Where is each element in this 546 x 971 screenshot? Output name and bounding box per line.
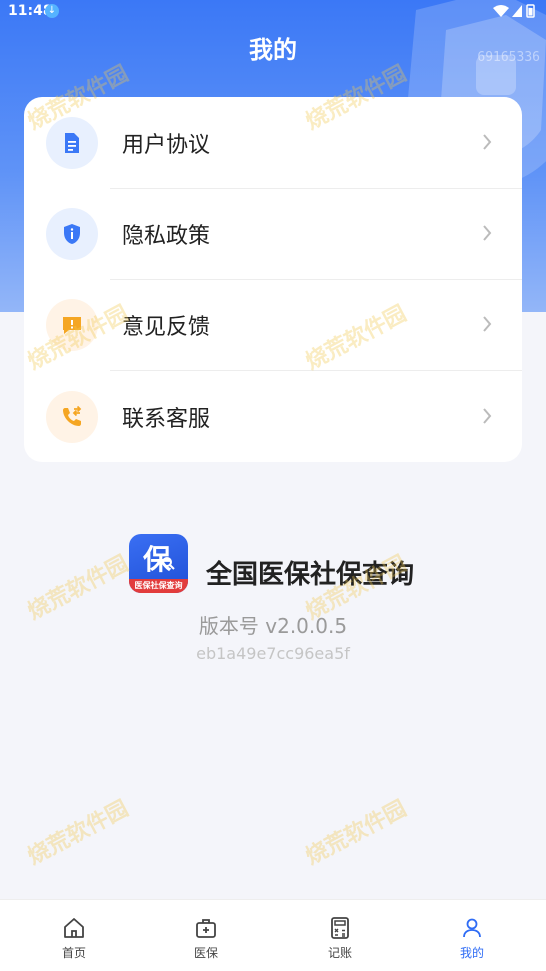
menu-icon-badge <box>46 117 98 169</box>
document-icon <box>65 133 79 153</box>
calculator-icon <box>331 917 349 939</box>
phone-transfer-icon <box>63 405 82 426</box>
wifi-icon <box>493 5 509 17</box>
menu-item-feedback[interactable]: 意见反馈 <box>24 279 522 371</box>
watermark: 烧荒软件园 <box>23 796 133 871</box>
download-arrow-icon: ↓ <box>45 4 59 18</box>
page-title: 我的 <box>249 36 297 64</box>
tab-label: 我的 <box>459 946 484 960</box>
feedback-icon <box>63 317 81 334</box>
app-version: 版本号 v2.0.0.5 <box>198 614 348 638</box>
app-name: 全国医保社保查询 <box>206 560 415 590</box>
tab-label: 首页 <box>61 946 86 960</box>
shield-info-icon <box>64 224 80 244</box>
home-icon <box>64 918 84 938</box>
menu-item-contact-service[interactable]: 联系客服 <box>24 371 522 463</box>
tab-mine[interactable]: 我的 <box>404 900 540 971</box>
chevron-right-icon <box>483 408 492 424</box>
medical-kit-icon <box>196 919 216 938</box>
status-icons <box>493 4 535 18</box>
tab-medical[interactable]: 医保 <box>138 900 274 971</box>
app-logo: 保 医保社保查询 <box>129 534 188 593</box>
tab-accounting[interactable]: 记账 <box>272 900 408 971</box>
chevron-right-icon <box>483 134 492 150</box>
corner-id: 69165336 <box>477 50 540 65</box>
tab-home[interactable]: 首页 <box>6 900 142 971</box>
magnifier-icon <box>162 557 175 570</box>
signal-icon <box>512 5 522 17</box>
menu-item-label: 联系客服 <box>122 407 211 432</box>
menu-item-label: 隐私政策 <box>122 224 211 249</box>
tab-label: 记账 <box>327 946 352 960</box>
user-icon <box>463 918 481 938</box>
chevron-right-icon <box>483 225 492 241</box>
menu-item-label: 用户协议 <box>122 133 211 158</box>
bottom-tab-bar: 首页 医保 记账 我的 <box>0 899 546 971</box>
menu-icon-badge <box>46 391 98 443</box>
menu-item-privacy-policy[interactable]: 隐私政策 <box>24 188 522 280</box>
chevron-right-icon <box>483 316 492 332</box>
watermark: 烧荒软件园 <box>301 796 411 871</box>
app-build-hash: eb1a49e7cc96ea5f <box>196 644 350 663</box>
app-info: 保 医保社保查询 全国医保社保查询 版本号 v2.0.0.5 eb1a49e7c… <box>0 532 546 672</box>
app-logo-strip: 医保社保查询 <box>129 579 188 593</box>
menu-item-user-agreement[interactable]: 用户协议 <box>24 97 522 189</box>
menu-item-label: 意见反馈 <box>122 315 211 340</box>
tab-label: 医保 <box>193 946 218 960</box>
menu-card: 用户协议 隐私政策 意见反馈 联系客服 <box>24 97 522 462</box>
status-bar: 11:48 ↓ <box>0 0 546 24</box>
menu-icon-badge <box>46 299 98 351</box>
menu-icon-badge <box>46 208 98 260</box>
